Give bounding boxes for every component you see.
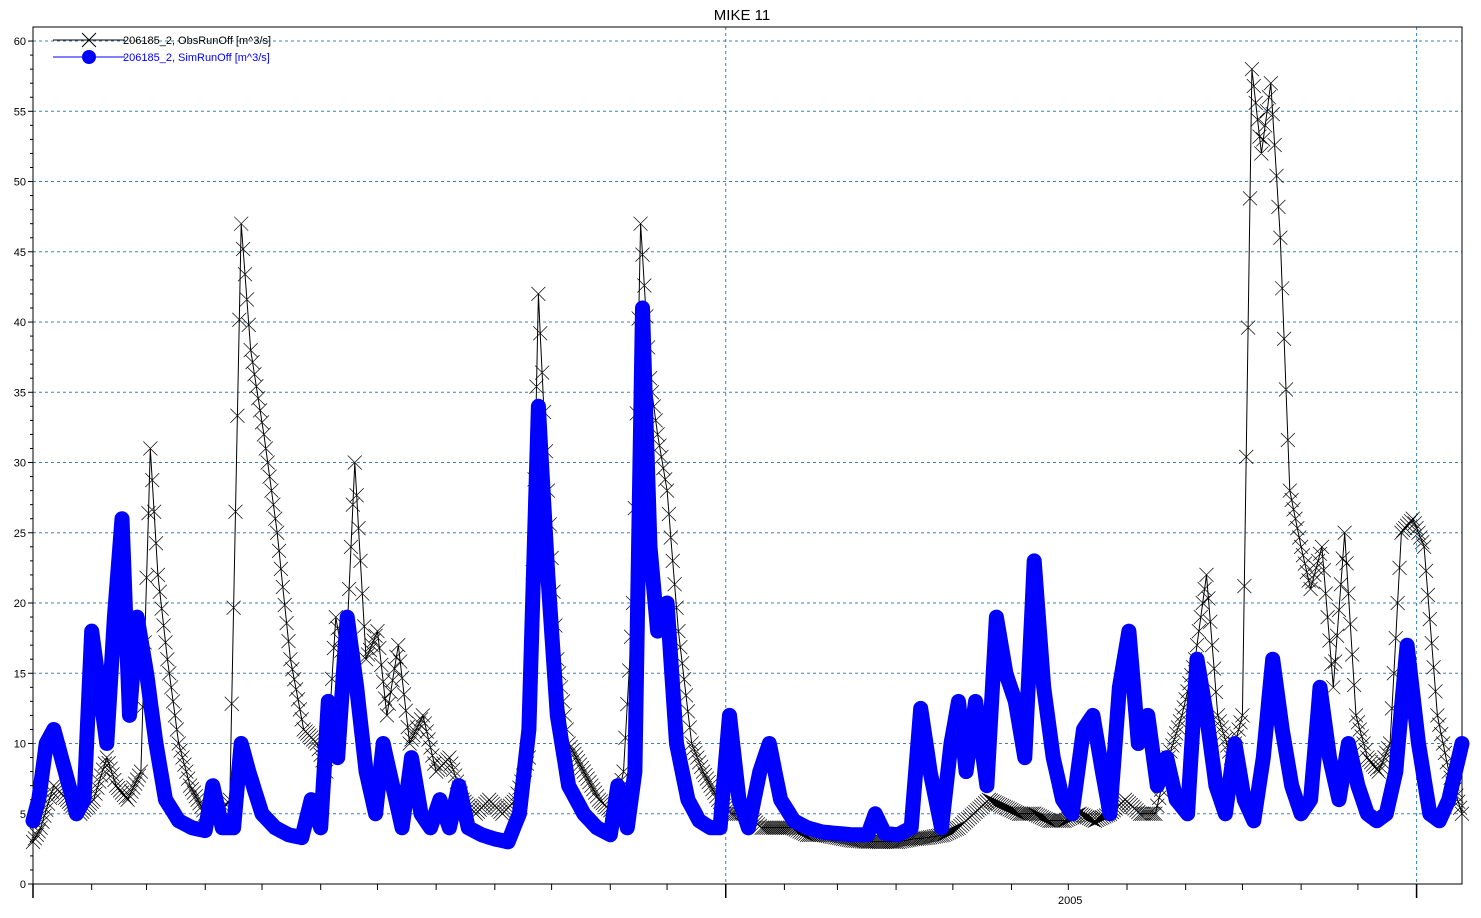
- y-tick-label: 60: [14, 36, 26, 48]
- y-tick-label: 50: [14, 177, 26, 189]
- legend-circle-marker: [82, 50, 96, 64]
- series-layer: [25, 61, 1470, 850]
- y-tick-label: 45: [14, 247, 26, 259]
- y-tick-label: 40: [14, 317, 26, 329]
- y-tick-label: 25: [14, 528, 26, 540]
- chart-svg: MIKE 11 05101520253035404550556020052006…: [14, 7, 1470, 907]
- y-tick-label: 55: [14, 106, 26, 118]
- legend-label: 206185_2, ObsRunOff [m^3/s]: [123, 35, 271, 47]
- legend: 206185_2, ObsRunOff [m^3/s] 206185_2, Sim…: [53, 32, 271, 64]
- chart-container: MIKE 11 05101520253035404550556020052006…: [0, 0, 1481, 913]
- y-tick-label: 0: [20, 879, 26, 891]
- y-tick-label: 20: [14, 598, 26, 610]
- chart-title: MIKE 11: [714, 7, 770, 24]
- series-observed: [25, 61, 1470, 850]
- y-tick-label: 10: [14, 739, 26, 751]
- obs-markers: [25, 61, 1470, 850]
- x-tick-label: 2005: [1058, 895, 1082, 907]
- y-tick-label: 35: [14, 387, 26, 399]
- y-tick-label: 5: [20, 809, 26, 821]
- y-tick-label: 30: [14, 458, 26, 470]
- y-tick-label: 15: [14, 668, 26, 680]
- legend-label: 206185_2, SimRunOff [m^3/s]: [123, 52, 270, 64]
